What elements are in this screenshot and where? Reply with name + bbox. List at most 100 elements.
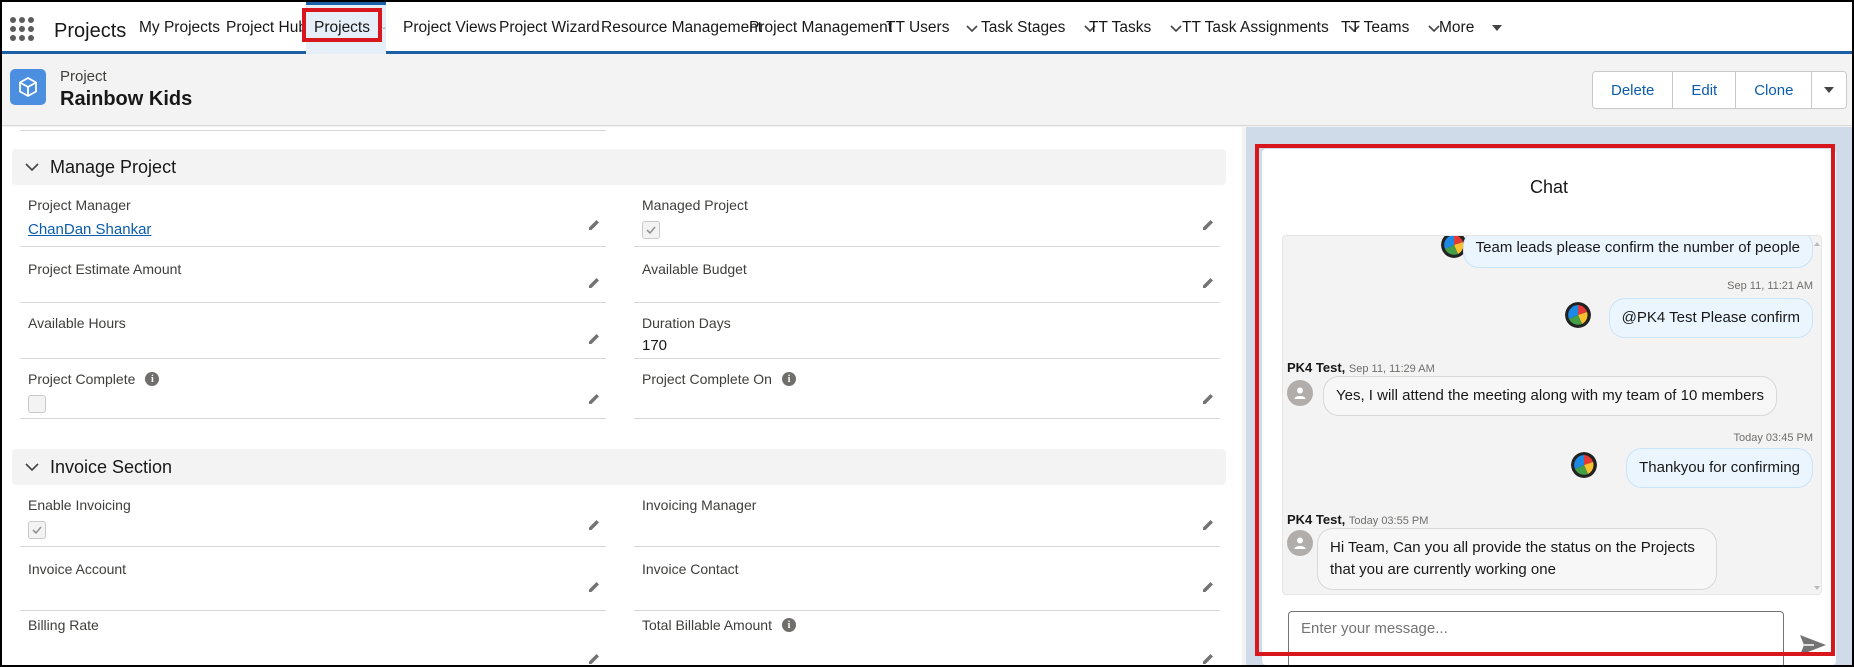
nav-item-resource-management[interactable]: Resource Management xyxy=(601,2,762,54)
field-enable-invoicing: Enable Invoicing xyxy=(20,491,606,547)
field-label: Project Complete On xyxy=(642,371,772,387)
pencil-icon[interactable] xyxy=(1200,217,1216,233)
nav-item-more[interactable]: More xyxy=(1439,2,1504,54)
field-project-manager: Project Manager ChanDan Shankar xyxy=(20,191,606,247)
divider xyxy=(20,127,606,131)
field-label: Total Billable Amount xyxy=(642,617,772,633)
field-label: Duration Days xyxy=(642,315,731,331)
message-sender-line: PK4 Test, Sep 11, 11:29 AM xyxy=(1287,360,1435,375)
enable-invoicing-checkbox xyxy=(28,521,46,539)
nav-item-my-projects[interactable]: My Projects xyxy=(139,2,220,54)
pencil-icon[interactable] xyxy=(1200,579,1216,595)
field-label: Managed Project xyxy=(642,197,748,213)
field-label: Project Estimate Amount xyxy=(28,261,182,277)
managed-project-checkbox xyxy=(642,221,660,239)
chevron-down-icon[interactable] xyxy=(965,21,979,35)
field-label: Invoicing Manager xyxy=(642,497,757,513)
field-label: Project Complete xyxy=(28,371,136,387)
message-bubble-incoming: Yes, I will attend the meeting along wit… xyxy=(1323,376,1777,416)
nav-item-project-views[interactable]: Project Views xyxy=(403,2,497,54)
send-icon[interactable] xyxy=(1798,633,1828,657)
info-icon[interactable]: i xyxy=(781,618,796,632)
message-sender-line: PK4 Test, Today 03:55 PM xyxy=(1287,512,1428,527)
edit-button[interactable]: Edit xyxy=(1673,72,1737,108)
record-type-label: Project xyxy=(60,68,107,85)
pencil-icon[interactable] xyxy=(586,331,602,347)
message-bubble-incoming: Hi Team, Can you all provide the status … xyxy=(1317,528,1717,590)
field-label: Available Hours xyxy=(28,315,126,331)
nav-item-project-management[interactable]: Project Management xyxy=(749,2,892,54)
more-actions-button[interactable] xyxy=(1812,72,1847,108)
field-managed-project: Managed Project xyxy=(634,191,1220,247)
field-label: Available Budget xyxy=(642,261,747,277)
scrollbar[interactable] xyxy=(1813,236,1821,595)
nav-item-project-hub[interactable]: Project Hub xyxy=(226,2,307,54)
field-invoice-contact: Invoice Contact xyxy=(634,555,1220,611)
field-label: Invoice Contact xyxy=(642,561,739,577)
nav-item-projects[interactable]: Projects xyxy=(306,2,386,54)
record-actions: Delete Edit Clone xyxy=(1592,71,1848,109)
nav-label: Resource Management xyxy=(601,19,763,36)
pencil-icon[interactable] xyxy=(586,275,602,291)
user-avatar-icon xyxy=(1287,530,1313,556)
active-tab-indicator xyxy=(306,2,386,5)
field-label: Billing Rate xyxy=(28,617,99,633)
message-bubble-outgoing: @PK4 Test Please confirm xyxy=(1608,298,1813,338)
chat-message-list[interactable]: Team leads please confirm the number of … xyxy=(1282,235,1822,595)
nav-item-tt-task-assignments[interactable]: TT Task Assignments xyxy=(1182,2,1361,54)
pencil-icon[interactable] xyxy=(586,517,602,533)
user-avatar-icon xyxy=(1287,380,1313,406)
info-icon[interactable]: i xyxy=(145,372,160,386)
nav-item-project-wizard[interactable]: Project Wizard xyxy=(499,2,600,54)
caret-down-icon xyxy=(1824,87,1835,93)
nav-label: TT Tasks xyxy=(1089,19,1152,36)
message-timestamp: Today 03:55 PM xyxy=(1348,515,1429,527)
pencil-icon[interactable] xyxy=(1200,651,1216,665)
clone-button[interactable]: Clone xyxy=(1736,72,1813,108)
field-label: Enable Invoicing xyxy=(28,497,131,513)
info-icon[interactable]: i xyxy=(781,372,796,386)
field-available-budget: Available Budget xyxy=(634,255,1220,303)
sender-name: PK4 Test, xyxy=(1287,360,1346,375)
nav-item-task-stages[interactable]: Task Stages xyxy=(981,2,1097,54)
pencil-icon[interactable] xyxy=(586,217,602,233)
nav-label: More xyxy=(1439,19,1475,36)
message-input[interactable] xyxy=(1289,612,1783,665)
field-billing-rate: Billing Rate xyxy=(20,611,606,665)
app-name: Projects xyxy=(54,20,127,42)
field-invoicing-manager: Invoicing Manager xyxy=(634,491,1220,547)
chevron-down-icon[interactable] xyxy=(382,21,386,35)
field-label-row: Project Complete i xyxy=(28,371,160,387)
nav-label: Projects xyxy=(314,19,370,36)
delete-button[interactable]: Delete xyxy=(1593,72,1674,108)
pencil-icon[interactable] xyxy=(1200,391,1216,407)
app-launcher-icon[interactable] xyxy=(10,17,34,41)
section-header-invoice[interactable]: Invoice Section xyxy=(12,449,1226,485)
message-timestamp: Sep 11, 11:21 AM xyxy=(1727,280,1813,292)
pencil-icon[interactable] xyxy=(1200,517,1216,533)
nav-label: TT Task Assignments xyxy=(1182,19,1329,36)
field-label: Invoice Account xyxy=(28,561,127,577)
nav-item-tt-teams[interactable]: TT Teams xyxy=(1341,2,1441,54)
field-invoice-account: Invoice Account xyxy=(20,555,606,611)
caret-down-icon[interactable] xyxy=(1490,21,1504,35)
sender-avatar-logo xyxy=(1565,302,1591,328)
nav-item-tt-tasks[interactable]: TT Tasks xyxy=(1089,2,1183,54)
nav-label: My Projects xyxy=(139,19,220,36)
field-label: Project Manager xyxy=(28,197,131,213)
section-title: Invoice Section xyxy=(50,456,173,477)
pencil-icon[interactable] xyxy=(586,651,602,665)
app-frame: Projects My Projects Project Hub Project… xyxy=(2,2,1852,665)
pencil-icon[interactable] xyxy=(586,579,602,595)
field-project-complete: Project Complete i xyxy=(20,365,606,419)
nav-item-tt-users[interactable]: TT Users xyxy=(886,2,979,54)
section-header-manage-project[interactable]: Manage Project xyxy=(12,149,1226,185)
message-input-container xyxy=(1288,611,1784,665)
project-manager-link[interactable]: ChanDan Shankar xyxy=(28,221,151,238)
field-project-estimate-amount: Project Estimate Amount xyxy=(20,255,606,303)
pencil-icon[interactable] xyxy=(1200,275,1216,291)
sender-avatar-logo xyxy=(1571,452,1597,478)
pencil-icon[interactable] xyxy=(586,391,602,407)
project-complete-checkbox xyxy=(28,395,46,413)
nav-label: Task Stages xyxy=(981,19,1066,36)
